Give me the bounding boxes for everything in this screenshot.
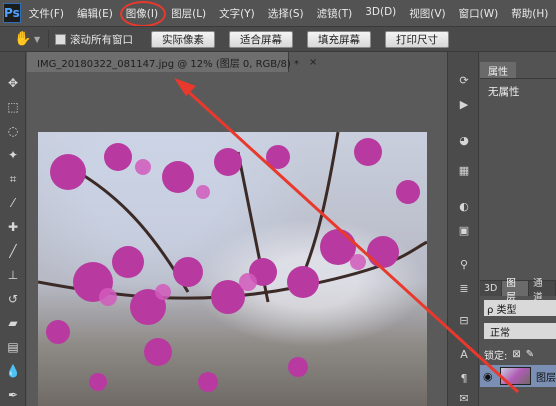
tab-properties[interactable]: 属性 [480, 62, 516, 78]
adjustments-icon[interactable]: ◐ [456, 198, 472, 214]
menu-items: 文件(F) 编辑(E) 图像(I) 图层(L) 文字(Y) 选择(S) 滤镜(T… [29, 0, 556, 27]
layer-kind-filter[interactable]: ρ 类型 [484, 300, 556, 316]
close-icon[interactable]: × [309, 57, 317, 68]
blur-tool-icon[interactable]: 💧 [4, 362, 22, 380]
chevron-down-icon[interactable]: ▼ [34, 35, 42, 44]
pen-tool-icon[interactable]: ✒ [4, 386, 22, 404]
clone-stamp-icon[interactable]: ⊥ [4, 266, 22, 284]
menu-filter[interactable]: 滤镜(T) [317, 6, 353, 21]
eyedropper-tool-icon[interactable]: ⁄ [4, 194, 22, 212]
glyphs-icon[interactable]: ✉ [456, 390, 472, 406]
hand-tool-icon[interactable]: ✋ [14, 30, 32, 48]
panel-icon-column: ⟳ ▶ ◕ ▦ ◐ ▣ ⚲ ≣ ⊟ A ¶ ✉ [447, 52, 479, 406]
swatches-icon[interactable]: ▦ [456, 162, 472, 178]
layer-thumbnail [499, 367, 531, 385]
healing-brush-icon[interactable]: ✚ [4, 218, 22, 236]
paragraph-icon[interactable]: ¶ [456, 370, 472, 386]
move-tool-icon[interactable]: ✥ [4, 74, 22, 92]
gradient-tool-icon[interactable]: ▤ [4, 338, 22, 356]
properties-panel: 属性 无属性 [480, 62, 556, 267]
magic-wand-tool-icon[interactable]: ✦ [4, 146, 22, 164]
menu-view[interactable]: 视图(V) [409, 6, 445, 21]
document-tab[interactable]: IMG_20180322_081147.jpg @ 12% (图层 0, RGB… [27, 52, 317, 72]
eye-icon[interactable]: ◉ [480, 370, 496, 383]
history-brush-icon[interactable]: ↺ [4, 290, 22, 308]
brush-presets-icon[interactable]: ⚲ [456, 256, 472, 272]
document-area: IMG_20180322_081147.jpg @ 12% (图层 0, RGB… [27, 52, 447, 406]
options-bar: ✋ ▼ 滚动所有窗口 实际像素 适合屏幕 填充屏幕 打印尺寸 [0, 26, 556, 52]
play-actions-icon[interactable]: ▶ [456, 96, 472, 112]
character-icon[interactable]: A [456, 346, 472, 362]
tool-presets-icon[interactable]: ⊟ [456, 312, 472, 328]
menu-type[interactable]: 文字(Y) [219, 6, 255, 21]
blossom-photo [38, 132, 427, 392]
tab-layers[interactable]: 图层 [502, 278, 530, 303]
menu-layer[interactable]: 图层(L) [171, 6, 206, 21]
properties-empty-text: 无属性 [488, 86, 520, 98]
layers-panel: 3D 图层 通道 ρ 类型 正常 锁定: ⊠ ✎ ◉ 图层 [480, 278, 556, 406]
lock-label: 锁定: [484, 351, 508, 362]
styles-icon[interactable]: ▣ [456, 222, 472, 238]
fill-screen-button[interactable]: 填充屏幕 [307, 30, 371, 48]
lock-row: 锁定: ⊠ ✎ [484, 347, 534, 362]
scroll-all-label: 滚动所有窗口 [70, 33, 133, 46]
menu-help[interactable]: 帮助(H) [511, 6, 548, 21]
history-icon[interactable]: ⟳ [456, 72, 472, 88]
divider [48, 30, 49, 48]
layers-panel-tabs: 3D 图层 通道 [480, 278, 556, 303]
print-size-button[interactable]: 打印尺寸 [385, 30, 449, 48]
menu-select[interactable]: 选择(S) [268, 6, 304, 21]
menu-edit[interactable]: 编辑(E) [77, 6, 113, 21]
menu-file[interactable]: 文件(F) [29, 6, 64, 21]
document-title: IMG_20180322_081147.jpg @ 12% (图层 0, RGB… [37, 58, 299, 70]
clone-source-icon[interactable]: ≣ [456, 280, 472, 296]
marquee-tool-icon[interactable]: ⬚ [4, 98, 22, 116]
layer-name: 图层 [536, 372, 556, 384]
divider [480, 78, 556, 79]
lock-transparency-icon[interactable]: ⊠ [512, 349, 520, 360]
layer-row[interactable]: ◉ 图层 [480, 365, 556, 387]
menu-3d[interactable]: 3D(D) [365, 6, 396, 21]
photoshop-logo: Ps [3, 3, 21, 23]
tab-channels[interactable]: 通道 [529, 278, 556, 303]
brush-tool-icon[interactable]: ╱ [4, 242, 22, 260]
crop-tool-icon[interactable]: ⌗ [4, 170, 22, 188]
lasso-tool-icon[interactable]: ◌ [4, 122, 22, 140]
menu-bar: Ps 文件(F) 编辑(E) 图像(I) 图层(L) 文字(Y) 选择(S) 滤… [0, 0, 556, 27]
toolbox: ✥ ⬚ ◌ ✦ ⌗ ⁄ ✚ ╱ ⊥ ↺ ▰ ▤ 💧 ✒ [0, 52, 26, 406]
color-palette-icon[interactable]: ◕ [456, 132, 472, 148]
lock-pixels-icon[interactable]: ✎ [526, 349, 534, 360]
image-canvas[interactable] [38, 132, 427, 406]
blend-mode-select[interactable]: 正常 [484, 323, 556, 339]
menu-image[interactable]: 图像(I) [119, 0, 167, 27]
scroll-all-checkbox[interactable] [55, 33, 66, 45]
fit-screen-button[interactable]: 适合屏幕 [229, 30, 293, 48]
menu-window[interactable]: 窗口(W) [459, 6, 499, 21]
actual-pixels-button[interactable]: 实际像素 [151, 30, 215, 48]
eraser-tool-icon[interactable]: ▰ [4, 314, 22, 332]
tab-3d[interactable]: 3D [480, 281, 503, 296]
